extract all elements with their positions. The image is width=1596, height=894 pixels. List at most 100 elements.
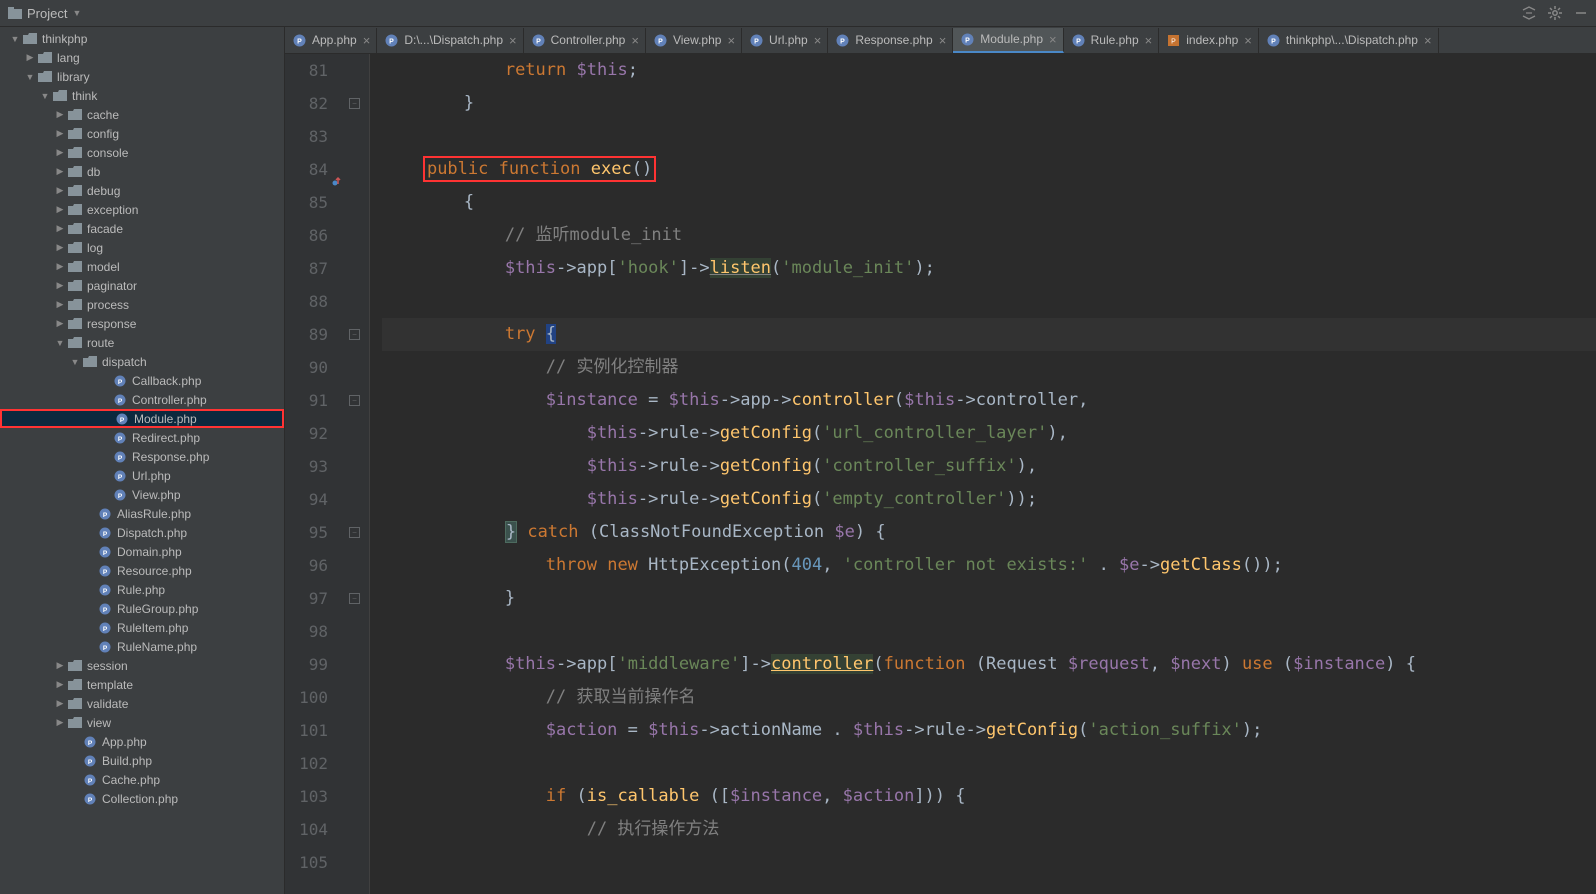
tree-arrow-icon[interactable] [53,147,67,158]
code-line[interactable]: } [382,582,1596,615]
tree-item-config[interactable]: config [0,124,284,143]
tree-item-url-php[interactable]: PUrl.php [0,466,284,485]
tree-arrow-icon[interactable] [53,204,67,215]
tree-item-view[interactable]: view [0,713,284,732]
tab-rule-php[interactable]: PRule.php× [1064,28,1160,53]
tree-item-process[interactable]: process [0,295,284,314]
code-line[interactable] [382,120,1596,153]
code-line[interactable]: { [382,186,1596,219]
tree-item-build-php[interactable]: PBuild.php [0,751,284,770]
tree-item-dispatch-php[interactable]: PDispatch.php [0,523,284,542]
tree-item-resource-php[interactable]: PResource.php [0,561,284,580]
tree-arrow-icon[interactable] [8,34,22,44]
tree-item-cache-php[interactable]: PCache.php [0,770,284,789]
close-icon[interactable]: × [1424,33,1432,48]
tree-arrow-icon[interactable] [53,660,67,671]
tree-item-lang[interactable]: lang [0,48,284,67]
code-line[interactable]: $action = $this->actionName . $this->rul… [382,714,1596,747]
tree-arrow-icon[interactable] [53,318,67,329]
tree-item-view-php[interactable]: PView.php [0,485,284,504]
tree-item-model[interactable]: model [0,257,284,276]
tab-thinkphp-dispatch-php[interactable]: Pthinkphp\...\Dispatch.php× [1259,28,1439,53]
tree-item-log[interactable]: log [0,238,284,257]
code-line[interactable]: return $this; [382,54,1596,87]
tab-response-php[interactable]: PResponse.php× [828,28,953,53]
code-line[interactable]: // 执行操作方法 [382,813,1596,846]
tree-item-template[interactable]: template [0,675,284,694]
tree-arrow-icon[interactable] [53,338,67,348]
code-line[interactable]: $this->rule->getConfig('empty_controller… [382,483,1596,516]
collapse-icon[interactable] [1518,2,1540,24]
tree-arrow-icon[interactable] [53,679,67,690]
code-content[interactable]: return $this; } public function exec() {… [370,54,1596,894]
tree-arrow-icon[interactable] [53,698,67,709]
tree-arrow-icon[interactable] [68,357,82,367]
fold-toggle-icon[interactable] [349,527,360,538]
tree-item-paginator[interactable]: paginator [0,276,284,295]
tab-module-php[interactable]: PModule.php× [953,28,1063,53]
tree-arrow-icon[interactable] [53,242,67,253]
tree-item-aliasrule-php[interactable]: PAliasRule.php [0,504,284,523]
tree-item-ruleitem-php[interactable]: PRuleItem.php [0,618,284,637]
tree-item-think[interactable]: think [0,86,284,105]
tab-controller-php[interactable]: PController.php× [524,28,646,53]
fold-toggle-icon[interactable] [349,395,360,406]
tree-item-rule-php[interactable]: PRule.php [0,580,284,599]
gear-icon[interactable] [1544,2,1566,24]
code-line[interactable]: $instance = $this->app->controller($this… [382,384,1596,417]
tree-item-callback-php[interactable]: PCallback.php [0,371,284,390]
tree-item-thinkphp[interactable]: thinkphp [0,29,284,48]
tree-item-dispatch[interactable]: dispatch [0,352,284,371]
tree-arrow-icon[interactable] [23,52,37,63]
tree-arrow-icon[interactable] [23,72,37,82]
tree-item-console[interactable]: console [0,143,284,162]
tree-item-rulename-php[interactable]: PRuleName.php [0,637,284,656]
tree-arrow-icon[interactable] [38,91,52,101]
tree-arrow-icon[interactable] [53,109,67,120]
close-icon[interactable]: × [814,33,822,48]
code-line[interactable]: $this->rule->getConfig('url_controller_l… [382,417,1596,450]
code-line[interactable]: if (is_callable ([$instance, $action])) … [382,780,1596,813]
close-icon[interactable]: × [939,33,947,48]
tree-arrow-icon[interactable] [53,299,67,310]
fold-toggle-icon[interactable] [349,593,360,604]
tree-item-debug[interactable]: debug [0,181,284,200]
tree-item-response[interactable]: response [0,314,284,333]
code-line[interactable]: throw new HttpException(404, 'controller… [382,549,1596,582]
tree-arrow-icon[interactable] [53,717,67,728]
close-icon[interactable]: × [727,33,735,48]
fold-toggle-icon[interactable] [349,329,360,340]
code-line[interactable]: $this->rule->getConfig('controller_suffi… [382,450,1596,483]
close-icon[interactable]: × [363,33,371,48]
close-icon[interactable]: × [509,33,517,48]
close-icon[interactable]: × [1145,33,1153,48]
code-line[interactable]: $this->app['hook']->listen('module_init'… [382,252,1596,285]
tree-arrow-icon[interactable] [53,280,67,291]
code-line[interactable]: public function exec() [382,153,1596,186]
tree-arrow-icon[interactable] [53,223,67,234]
tree-item-collection-php[interactable]: PCollection.php [0,789,284,808]
tree-item-exception[interactable]: exception [0,200,284,219]
code-line[interactable] [382,846,1596,879]
code-line[interactable]: $this->app['middleware']->controller(fun… [382,648,1596,681]
tab-url-php[interactable]: PUrl.php× [742,28,828,53]
tree-item-domain-php[interactable]: PDomain.php [0,542,284,561]
project-dropdown[interactable]: Project ▼ [0,0,89,26]
tree-item-redirect-php[interactable]: PRedirect.php [0,428,284,447]
tab-view-php[interactable]: PView.php× [646,28,742,53]
code-line[interactable]: try { [382,318,1596,351]
code-line[interactable] [382,285,1596,318]
tree-arrow-icon[interactable] [53,166,67,177]
tree-item-response-php[interactable]: PResponse.php [0,447,284,466]
tree-arrow-icon[interactable] [53,185,67,196]
minimize-icon[interactable] [1570,2,1592,24]
tree-item-db[interactable]: db [0,162,284,181]
code-line[interactable] [382,615,1596,648]
code-line[interactable]: } [382,87,1596,120]
code-line[interactable]: // 实例化控制器 [382,351,1596,384]
code-line[interactable]: // 监听module_init [382,219,1596,252]
code-line[interactable]: // 获取当前操作名 [382,681,1596,714]
tree-item-app-php[interactable]: PApp.php [0,732,284,751]
tree-item-module-php[interactable]: PModule.php [0,409,284,428]
tree-item-library[interactable]: library [0,67,284,86]
